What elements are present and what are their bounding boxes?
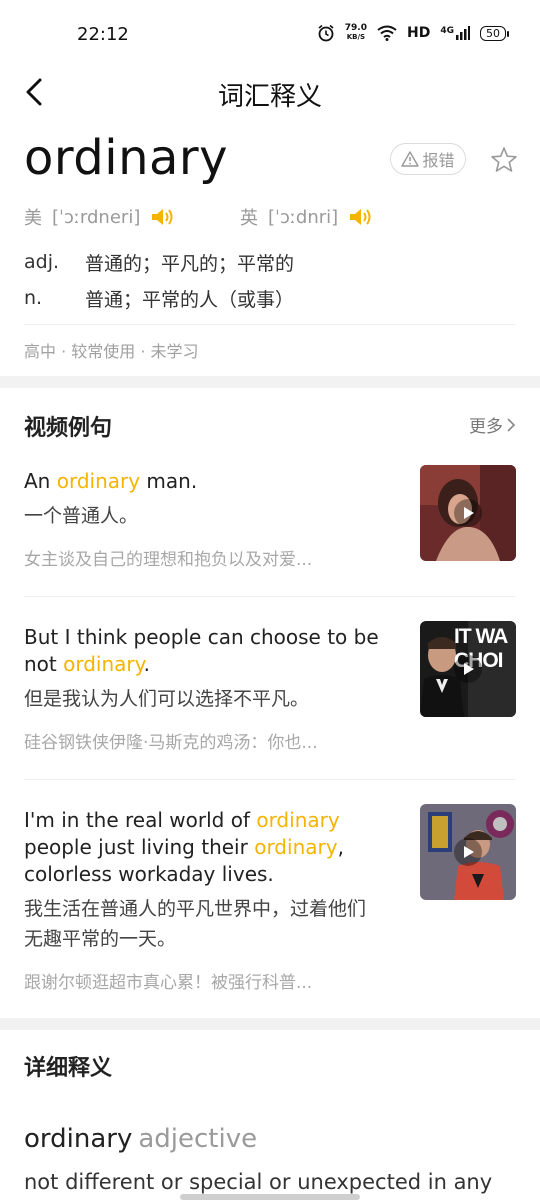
uk-label: 英	[240, 208, 258, 229]
alarm-icon	[318, 24, 334, 42]
section-gap	[0, 376, 540, 388]
divider	[24, 779, 516, 780]
example-english: An ordinary man.	[24, 468, 396, 495]
example-text: man.	[140, 469, 198, 493]
us-pronunciation[interactable]: 美 [ˈɔːrdneri]	[24, 204, 176, 230]
detail-definition: not different or special or unexpected i…	[24, 1170, 493, 1194]
play-icon	[454, 655, 482, 683]
detail-word: ordinary	[24, 1124, 133, 1154]
definition-text: 普通的；平凡的；平常的	[85, 252, 295, 275]
video-thumbnail[interactable]	[420, 465, 516, 561]
part-of-speech: adj.	[24, 251, 60, 273]
signal-icon	[456, 26, 470, 40]
video-example[interactable]: An ordinary man. 一个普通人。 女主谈及自己的理想和抱负以及对爱…	[24, 468, 396, 570]
example-text: .	[143, 652, 150, 676]
definition-row: n. 普通；平常的人（或事）	[24, 280, 294, 316]
play-icon	[454, 499, 482, 527]
highlighted-word: ordinary	[56, 469, 141, 493]
detail-part-of-speech: adjective	[138, 1124, 258, 1154]
favorite-star-icon[interactable]	[490, 146, 518, 174]
speaker-icon[interactable]	[150, 206, 176, 228]
battery-indicator: 50	[480, 25, 509, 41]
example-text: I'm in the real world of	[24, 808, 257, 832]
example-chinese: 我生活在普通人的平凡世界中，过着他们无趣平常的一天。	[24, 898, 367, 950]
network-type: 4G	[440, 26, 454, 36]
speaker-icon[interactable]	[348, 206, 374, 228]
net-speed-unit: KB/S	[346, 33, 366, 41]
net-speed-value: 79.0	[344, 23, 367, 33]
video-thumbnail[interactable]	[420, 804, 516, 900]
hd-indicator: HD	[407, 25, 431, 41]
highlighted-word: ordinary	[63, 652, 144, 676]
uk-phonetic: [ˈɔːdnri]	[268, 206, 339, 228]
example-english: But I think people can choose to be not …	[24, 624, 396, 678]
word-tags: 高中 · 较常使用 · 未学习	[24, 342, 199, 361]
definition-text: 普通；平常的人（或事）	[85, 288, 295, 311]
example-english: I'm in the real world of ordinary people…	[24, 807, 396, 888]
definition-row: adj. 普通的；平凡的；平常的	[24, 244, 294, 280]
video-thumbnail[interactable]: IT WA CHOI	[420, 621, 516, 717]
video-example[interactable]: I'm in the real world of ordinary people…	[24, 807, 396, 993]
status-time: 22:12	[77, 24, 129, 45]
detailed-definition-title: 详细释义	[24, 1056, 113, 1081]
example-source: 硅谷钢铁侠伊隆·马斯克的鸡汤：你也...	[24, 733, 318, 753]
detail-headword: ordinary adjective	[24, 1124, 257, 1154]
back-button[interactable]	[22, 76, 48, 108]
divider	[24, 596, 516, 597]
example-chinese: 一个普通人。	[24, 505, 139, 527]
chevron-right-icon	[507, 417, 516, 432]
example-chinese: 但是我认为人们可以选择不平凡。	[24, 688, 310, 710]
example-text: people just living their	[24, 835, 255, 859]
section-gap	[0, 1018, 540, 1030]
status-icons: 79.0 KB/S HD 4G 50	[317, 24, 509, 42]
us-phonetic: [ˈɔːrdneri]	[52, 206, 141, 228]
report-error-button[interactable]: 报错	[390, 143, 466, 175]
example-source: 跟谢尔顿逛超市真心累！被强行科普...	[24, 973, 313, 993]
example-source: 女主谈及自己的理想和抱负以及对爱...	[24, 550, 313, 570]
net-speed: 79.0 KB/S	[345, 24, 367, 42]
basic-definitions: adj. 普通的；平凡的；平常的 n. 普通；平常的人（或事）	[24, 244, 294, 316]
uk-pronunciation[interactable]: 英 [ˈɔːdnri]	[240, 204, 374, 230]
signal-indicator: 4G	[440, 26, 470, 40]
more-button[interactable]: 更多	[469, 412, 516, 437]
part-of-speech: n.	[24, 287, 43, 309]
video-example[interactable]: But I think people can choose to be not …	[24, 624, 396, 753]
example-text: An	[24, 469, 57, 493]
headword: ordinary	[24, 130, 229, 186]
play-icon	[454, 838, 482, 866]
video-examples-title: 视频例句	[24, 416, 113, 441]
highlighted-word: ordinary	[256, 808, 340, 832]
warning-icon	[401, 151, 420, 167]
divider	[24, 324, 516, 325]
highlighted-word: ordinary	[254, 835, 338, 859]
more-label: 更多	[469, 417, 503, 437]
report-label: 报错	[422, 151, 455, 170]
home-indicator[interactable]	[180, 1194, 360, 1200]
us-label: 美	[24, 208, 42, 229]
page-title: 词汇释义	[217, 82, 322, 112]
wifi-icon	[377, 25, 397, 41]
